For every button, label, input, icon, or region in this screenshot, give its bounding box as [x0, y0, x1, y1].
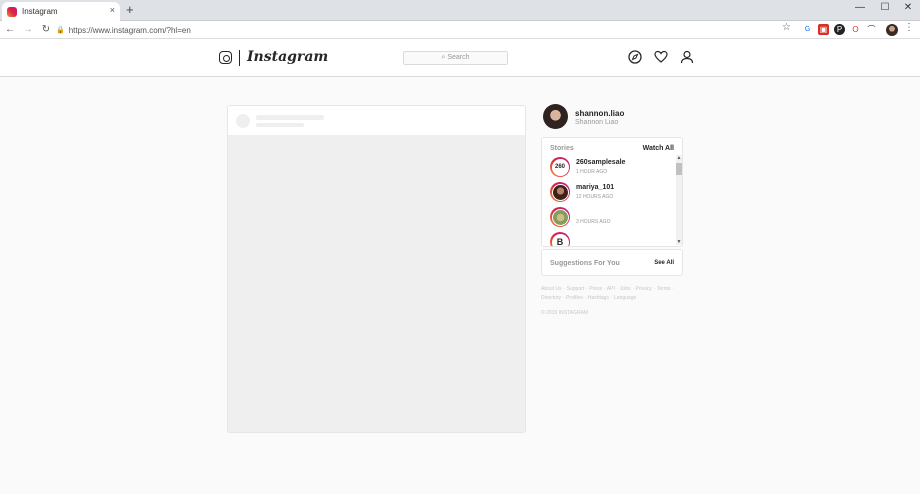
story-ring: B	[550, 232, 570, 246]
address-bar[interactable]: 🔒 https://www.instagram.com/?hl=en	[56, 23, 796, 37]
opera-extension-icon[interactable]: O	[850, 24, 861, 35]
footer-link[interactable]: Directory	[541, 295, 561, 301]
scrollbar-thumb[interactable]	[676, 163, 682, 175]
footer-link[interactable]: Profiles	[566, 295, 583, 301]
forward-arrow-icon[interactable]: →	[20, 24, 36, 35]
story-avatar: B	[551, 233, 569, 246]
footer-link[interactable]: Press	[589, 286, 602, 292]
story-ring	[550, 207, 570, 227]
back-arrow-icon[interactable]: ←	[2, 24, 18, 35]
story-ring: 260	[550, 157, 570, 177]
lock-icon: 🔒	[56, 27, 65, 34]
activity-heart-icon[interactable]	[653, 50, 669, 66]
bookmark-star-icon[interactable]: ☆	[782, 22, 791, 33]
profile-username[interactable]: shannon.liao	[575, 109, 624, 118]
suggestions-title: Suggestions For You	[550, 260, 620, 267]
tab-close-icon[interactable]: ×	[110, 5, 115, 15]
scroll-up-arrow-icon[interactable]: ▲	[676, 155, 682, 161]
footer-links: About Us · Support · Press · API · Jobs · Pri…	[541, 286, 675, 301]
footer-link[interactable]: Terms	[657, 286, 671, 292]
story-item[interactable]: mariya_101 12 HOURS AGO	[550, 182, 670, 204]
story-item[interactable]: 3 HOURS AGO	[550, 207, 670, 229]
footer-link[interactable]: About Us	[541, 286, 562, 292]
feed-post-placeholder	[227, 105, 526, 433]
suggestions-panel: Suggestions For You See All	[541, 249, 683, 276]
footer-link[interactable]: Jobs	[620, 286, 631, 292]
stories-title: Stories	[550, 145, 574, 152]
tab-title: Instagram	[22, 7, 58, 16]
story-username: mariya_101	[576, 184, 615, 191]
explore-compass-icon[interactable]	[627, 50, 643, 66]
story-item[interactable]: 260 260samplesale 1 HOUR AGO	[550, 157, 670, 179]
watch-all-link[interactable]: Watch All	[643, 145, 674, 152]
instagram-favicon-icon	[7, 6, 17, 17]
browser-tab-strip: Instagram × + — ☐ ✕	[0, 0, 920, 21]
see-all-link[interactable]: See All	[654, 260, 674, 266]
story-item[interactable]: B	[550, 232, 670, 246]
footer-link[interactable]: API	[607, 286, 615, 292]
story-avatar	[551, 208, 569, 226]
chat-extension-icon[interactable]: P	[834, 24, 845, 35]
footer-link[interactable]: Support	[567, 286, 585, 292]
scroll-down-arrow-icon[interactable]: ▼	[676, 239, 682, 245]
minimize-button[interactable]: —	[848, 2, 872, 13]
logo-divider	[239, 50, 240, 66]
profile-person-icon[interactable]	[679, 50, 695, 66]
story-avatar: 260	[551, 158, 569, 176]
close-window-button[interactable]: ✕	[896, 2, 920, 13]
arc-extension-icon[interactable]: ⌒	[866, 24, 877, 35]
profile-full-name: Shannon Liao	[575, 119, 619, 126]
instagram-camera-logo-icon[interactable]	[219, 51, 232, 64]
story-time: 1 HOUR AGO	[576, 169, 608, 175]
maximize-button[interactable]: ☐	[873, 2, 897, 13]
story-avatar	[551, 183, 569, 201]
post-image-placeholder	[228, 135, 525, 432]
stories-scrollbar[interactable]: ▲ ▼	[676, 155, 682, 245]
search-placeholder: Search	[447, 54, 470, 61]
browser-profile-avatar[interactable]	[886, 24, 898, 36]
url-text: https://www.instagram.com/?hl=en	[68, 25, 191, 35]
post-avatar-placeholder	[236, 114, 250, 128]
pocket-extension-icon[interactable]: ▣	[818, 24, 829, 35]
story-time: 12 HOURS AGO	[576, 194, 614, 200]
copyright-text: © 2019 INSTAGRAM	[541, 310, 588, 316]
footer-link[interactable]: Hashtags	[588, 295, 609, 301]
story-ring	[550, 182, 570, 202]
footer-link[interactable]: Language	[614, 295, 636, 301]
user-avatar[interactable]	[543, 104, 568, 129]
footer-link[interactable]: Privacy	[636, 286, 652, 292]
browser-menu-icon[interactable]: ⋮	[904, 22, 914, 33]
new-tab-button[interactable]: +	[126, 3, 134, 17]
story-username: 260samplesale	[576, 159, 626, 166]
instagram-wordmark[interactable]: Instagram	[247, 49, 328, 65]
browser-toolbar: ← → ↻ 🔒 https://www.instagram.com/?hl=en…	[0, 21, 920, 39]
reload-icon[interactable]: ↻	[38, 24, 54, 35]
post-location-placeholder	[256, 123, 304, 127]
story-time: 3 HOURS AGO	[576, 219, 611, 225]
translate-extension-icon[interactable]: G	[802, 24, 813, 35]
stories-panel: Stories Watch All 260 260samplesale 1 HO…	[541, 137, 683, 247]
post-username-placeholder	[256, 115, 324, 120]
browser-tab[interactable]: Instagram ×	[2, 2, 120, 21]
search-input[interactable]: ⌕ Search	[403, 51, 508, 65]
